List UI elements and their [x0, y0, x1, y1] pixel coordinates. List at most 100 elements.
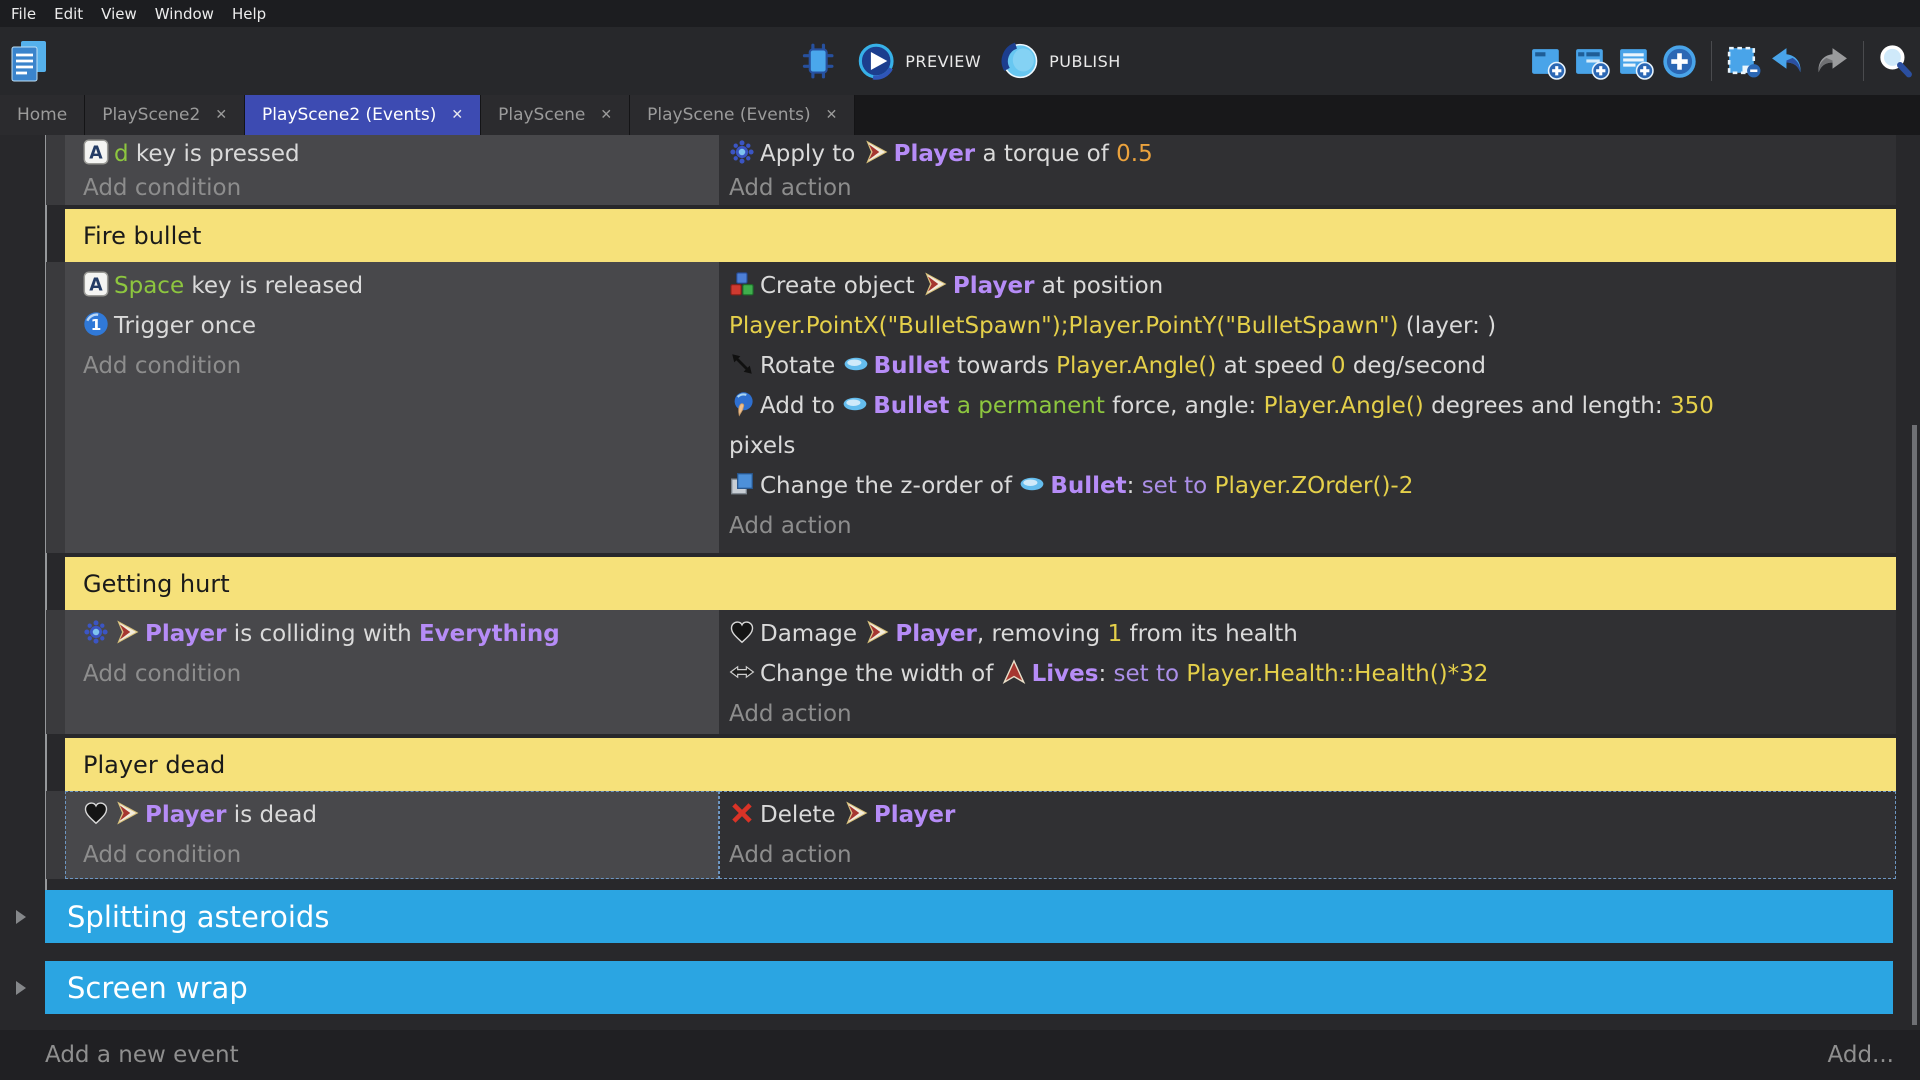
- add-action-button[interactable]: Add action: [719, 171, 1896, 205]
- tab-playscene2-events[interactable]: PlayScene2 (Events) ✕: [245, 95, 481, 135]
- preview-button[interactable]: PREVIEW: [857, 42, 981, 80]
- collapse-arrow-icon[interactable]: [16, 910, 26, 924]
- text-segment: :: [1127, 473, 1142, 499]
- add-condition-button[interactable]: Add condition: [65, 835, 719, 875]
- add-condition-button[interactable]: Add condition: [65, 346, 719, 386]
- action-line[interactable]: Delete Player: [719, 795, 1896, 835]
- collapse-arrow-icon[interactable]: [16, 981, 26, 995]
- add-action-button[interactable]: Add action: [719, 506, 1896, 546]
- menu-edit[interactable]: Edit: [45, 5, 92, 23]
- action-line[interactable]: Damage Player, removing 1 from its healt…: [719, 614, 1896, 654]
- text-segment: Player: [145, 621, 227, 647]
- search-icon[interactable]: [1877, 43, 1914, 80]
- condition-line[interactable]: Ad key is pressed: [65, 137, 719, 171]
- bullet-object-icon: [1019, 471, 1045, 497]
- conditions-cell[interactable]: ASpace key is released 1Trigger once Add…: [65, 262, 719, 553]
- event-group-splitting-asteroids[interactable]: Splitting asteroids: [45, 890, 1893, 943]
- actions-cell[interactable]: Apply to Player a torque of 0.5 Add acti…: [719, 135, 1896, 205]
- menu-help[interactable]: Help: [223, 5, 275, 23]
- tab-playscene[interactable]: PlayScene ✕: [481, 95, 630, 135]
- close-tab-icon[interactable]: ✕: [451, 107, 463, 123]
- conditions-cell[interactable]: Player is colliding with Everything Add …: [65, 610, 719, 734]
- undo-icon[interactable]: [1769, 43, 1806, 80]
- event-drag-handle[interactable]: [46, 262, 65, 553]
- action-line[interactable]: Change the width of Lives: set to Player…: [719, 654, 1896, 694]
- text-segment: is dead: [227, 802, 317, 828]
- publish-button[interactable]: PUBLISH: [1001, 42, 1121, 80]
- text-segment: Player.Angle(): [1056, 353, 1216, 379]
- close-tab-icon[interactable]: ✕: [826, 107, 838, 123]
- create-object-icon: [729, 271, 755, 297]
- action-line[interactable]: Rotate Bullet towards Player.Angle() at …: [719, 346, 1896, 386]
- text-segment: a permanent: [957, 393, 1105, 419]
- event-group-screen-wrap[interactable]: Screen wrap: [45, 961, 1893, 1014]
- event-drag-handle[interactable]: [46, 610, 65, 734]
- delete-cross-icon: [729, 800, 755, 826]
- add-new-event-button[interactable]: Add a new event: [45, 1042, 239, 1068]
- text-segment: Space: [114, 273, 184, 299]
- text-segment: key is released: [184, 273, 363, 299]
- close-tab-icon[interactable]: ✕: [600, 107, 612, 123]
- text-segment: is colliding with: [227, 621, 419, 647]
- debugger-icon[interactable]: [799, 42, 837, 80]
- action-line[interactable]: Apply to Player a torque of 0.5: [719, 137, 1896, 171]
- action-line-continuation[interactable]: pixels: [719, 426, 1896, 466]
- add-condition-button[interactable]: Add condition: [65, 654, 719, 694]
- event-drag-handle[interactable]: [46, 135, 65, 205]
- comment-row-getting-hurt[interactable]: Getting hurt: [65, 557, 1896, 610]
- menu-window[interactable]: Window: [146, 5, 223, 23]
- add-extension-icon[interactable]: [1661, 43, 1698, 80]
- add-action-button[interactable]: Add action: [719, 694, 1896, 734]
- tab-playscene2[interactable]: PlayScene2 ✕: [85, 95, 245, 135]
- text-segment: Player.ZOrder()-2: [1215, 473, 1414, 499]
- text-segment: set to: [1142, 473, 1215, 499]
- text-segment: force, angle:: [1105, 393, 1264, 419]
- condition-line[interactable]: ASpace key is released: [65, 266, 719, 306]
- text-segment: :: [1098, 661, 1113, 687]
- text-segment: 1: [1108, 621, 1123, 647]
- text-segment: Player.PointX("BulletSpawn");Player.Poin…: [729, 313, 1399, 339]
- actions-cell[interactable]: Create object Player at position Player.…: [719, 262, 1896, 553]
- actions-cell[interactable]: Damage Player, removing 1 from its healt…: [719, 610, 1896, 734]
- project-manager-icon[interactable]: [8, 39, 50, 85]
- physics-engine-icon: [729, 139, 755, 165]
- action-line[interactable]: Create object Player at position: [719, 266, 1896, 306]
- action-line-continuation[interactable]: Player.PointX("BulletSpawn");Player.Poin…: [719, 306, 1896, 346]
- event-row-getting-hurt: Player is colliding with Everything Add …: [46, 610, 1896, 734]
- trigger-once-icon: 1: [83, 311, 109, 337]
- add-force-icon: [729, 391, 755, 417]
- event-row-fire-bullet: ASpace key is released 1Trigger once Add…: [46, 262, 1896, 553]
- action-line[interactable]: Change the z-order of Bullet: set to Pla…: [719, 466, 1896, 506]
- close-tab-icon[interactable]: ✕: [215, 107, 227, 123]
- event-drag-handle[interactable]: [46, 791, 65, 879]
- condition-line[interactable]: 1Trigger once: [65, 306, 719, 346]
- add-more-button[interactable]: Add...: [1828, 1042, 1894, 1068]
- add-condition-button[interactable]: Add condition: [65, 171, 719, 205]
- menu-file[interactable]: File: [2, 5, 45, 23]
- condition-line[interactable]: Player is colliding with Everything: [65, 614, 719, 654]
- text-segment: 350: [1670, 393, 1714, 419]
- add-comment-icon[interactable]: [1617, 43, 1654, 80]
- redo-icon[interactable]: [1813, 43, 1850, 80]
- action-line[interactable]: Add to Bullet a permanent force, angle: …: [719, 386, 1896, 426]
- tab-home[interactable]: Home: [0, 95, 85, 135]
- group-title: Splitting asteroids: [67, 900, 329, 934]
- add-action-button[interactable]: Add action: [719, 835, 1896, 875]
- text-segment: (layer: ): [1399, 313, 1497, 339]
- extract-events-icon[interactable]: [1725, 43, 1762, 80]
- tab-playscene-events[interactable]: PlayScene (Events) ✕: [630, 95, 855, 135]
- add-subevent-icon[interactable]: [1573, 43, 1610, 80]
- menu-view[interactable]: View: [92, 5, 146, 23]
- comment-row-player-dead[interactable]: Player dead: [65, 738, 1896, 791]
- comment-text: Player dead: [83, 751, 225, 779]
- text-segment: Change the z-order of: [760, 473, 1019, 499]
- conditions-cell[interactable]: Ad key is pressed Add condition: [65, 135, 719, 205]
- conditions-cell[interactable]: Player is dead Add condition: [65, 791, 719, 879]
- vertical-scrollbar[interactable]: [1912, 425, 1917, 1025]
- actions-cell[interactable]: Delete Player Add action: [719, 791, 1896, 879]
- text-segment: key is pressed: [129, 141, 300, 167]
- comment-row-fire-bullet[interactable]: Fire bullet: [65, 209, 1896, 262]
- text-segment: Change the width of: [760, 661, 1001, 687]
- condition-line[interactable]: Player is dead: [65, 795, 719, 835]
- add-event-icon[interactable]: [1529, 43, 1566, 80]
